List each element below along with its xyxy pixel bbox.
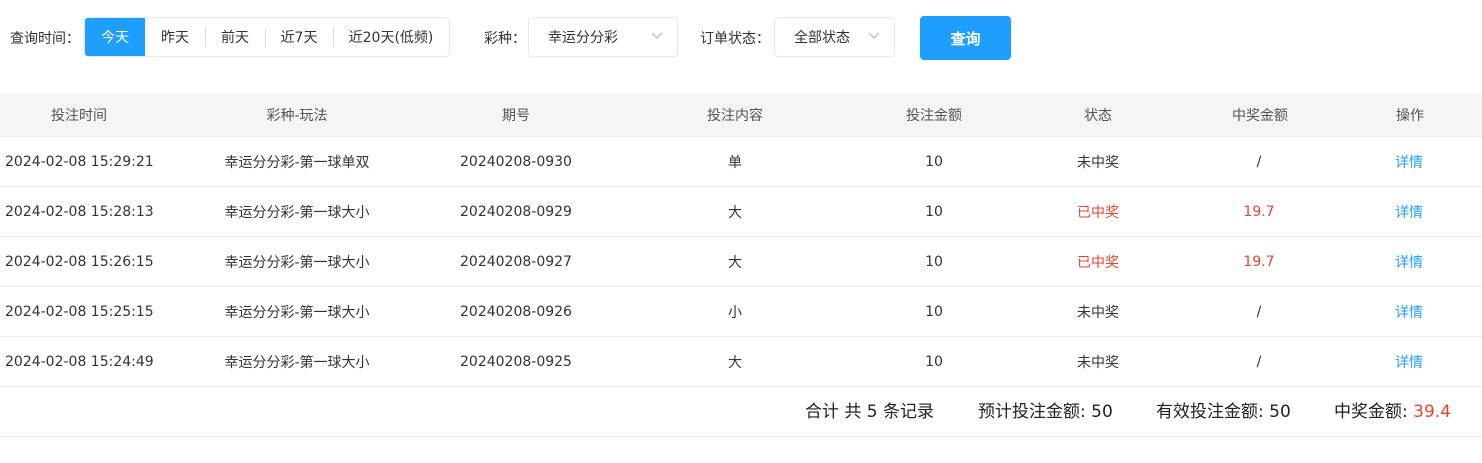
prize-cell: 19.7 <box>1243 253 1275 270</box>
bet-amount-cell: 10 <box>925 353 943 370</box>
lottery-select[interactable]: 幸运分分彩 <box>528 17 678 57</box>
issue-cell: 20240208-0929 <box>460 203 572 220</box>
date-option-yesterday[interactable]: 昨天 <box>145 18 205 56</box>
query-button[interactable]: 查询 <box>920 16 1011 60</box>
issue-cell: 20240208-0926 <box>460 303 572 320</box>
bet-amount-cell: 10 <box>925 153 943 170</box>
total-records: 合计 共 5 条记录 <box>805 402 935 422</box>
bet-content-cell: 大 <box>728 254 742 271</box>
expected-bet-value: 50 <box>1091 402 1113 422</box>
issue-cell: 20240208-0925 <box>460 353 572 370</box>
header-bet-content: 投注内容 <box>707 108 763 124</box>
status-cell: 未中奖 <box>1077 154 1119 171</box>
bet-time-cell: 2024-02-08 15:26:15 <box>5 253 154 270</box>
issue-cell: 20240208-0930 <box>460 153 572 170</box>
status-select-value: 全部状态 <box>794 30 850 46</box>
detail-link[interactable]: 详情 <box>1395 337 1423 386</box>
game-play-cell: 幸运分分彩-第一球单双 <box>224 154 370 171</box>
bet-amount-cell: 10 <box>925 203 943 220</box>
game-play-cell: 幸运分分彩-第一球大小 <box>224 354 370 371</box>
date-option-day-before[interactable]: 前天 <box>205 18 265 56</box>
detail-link[interactable]: 详情 <box>1395 187 1423 236</box>
prize-total: 中奖金额: 39.4 <box>1334 400 1451 424</box>
prize-total-value: 39.4 <box>1413 402 1451 422</box>
header-game-play: 彩种-玩法 <box>266 108 328 124</box>
header-action: 操作 <box>1396 108 1424 124</box>
date-option-label: 近7天 <box>280 30 318 46</box>
status-cell: 未中奖 <box>1077 354 1119 371</box>
bet-amount-cell: 10 <box>925 253 943 270</box>
prize-cell: / <box>1256 353 1262 370</box>
issue-cell: 20240208-0927 <box>460 253 572 270</box>
date-option-label: 前天 <box>221 30 249 46</box>
bet-amount-cell: 10 <box>925 303 943 320</box>
bet-content-cell: 大 <box>728 354 742 371</box>
date-range-selector: 今天 昨天 前天 近7天 近20天(低频) <box>84 17 450 57</box>
detail-link[interactable]: 详情 <box>1395 137 1423 186</box>
header-prize: 中奖金额 <box>1232 108 1288 124</box>
header-bet-amount: 投注金额 <box>906 108 962 124</box>
game-play-cell: 幸运分分彩-第一球大小 <box>224 204 370 221</box>
chevron-down-icon <box>868 32 880 39</box>
prize-cell: 19.7 <box>1243 203 1275 220</box>
table-row: 2024-02-08 15:26:15 幸运分分彩-第一球大小 20240208… <box>0 237 1482 287</box>
date-option-label: 昨天 <box>161 30 189 46</box>
filter-bar: 查询时间： 今天 昨天 前天 近7天 近20天(低频) 彩种： 幸运分分彩 订单… <box>0 0 1482 76</box>
table-row: 2024-02-08 15:28:13 幸运分分彩-第一球大小 20240208… <box>0 187 1482 237</box>
header-status: 状态 <box>1084 108 1112 124</box>
table-row: 2024-02-08 15:29:21 幸运分分彩-第一球单双 20240208… <box>0 137 1482 187</box>
status-cell: 未中奖 <box>1077 304 1119 321</box>
table-header: 投注时间 彩种-玩法 期号 投注内容 投注金额 状态 中奖金额 操作 <box>0 94 1482 137</box>
detail-link[interactable]: 详情 <box>1395 287 1423 336</box>
table-row: 2024-02-08 15:24:49 幸运分分彩-第一球大小 20240208… <box>0 337 1482 387</box>
bet-time-cell: 2024-02-08 15:29:21 <box>5 153 154 170</box>
table-row: 2024-02-08 15:25:15 幸运分分彩-第一球大小 20240208… <box>0 287 1482 337</box>
lottery-select-value: 幸运分分彩 <box>548 30 618 46</box>
status-filter-label: 订单状态： <box>700 31 770 47</box>
date-option-label: 今天 <box>101 30 129 46</box>
prize-total-label: 中奖金额: <box>1334 402 1408 422</box>
chevron-down-icon <box>651 32 663 39</box>
orders-table: 投注时间 彩种-玩法 期号 投注内容 投注金额 状态 中奖金额 操作 2024-… <box>0 94 1482 387</box>
effective-bet-value: 50 <box>1269 402 1291 422</box>
bet-content-cell: 小 <box>728 304 742 321</box>
status-cell: 已中奖 <box>1077 254 1119 271</box>
header-issue: 期号 <box>502 108 530 124</box>
date-option-today[interactable]: 今天 <box>85 18 145 56</box>
bet-content-cell: 大 <box>728 204 742 221</box>
date-option-label: 近20天(低频) <box>348 30 434 46</box>
bet-content-cell: 单 <box>728 154 742 171</box>
date-filter-label: 查询时间： <box>10 31 80 47</box>
game-play-cell: 幸运分分彩-第一球大小 <box>224 304 370 321</box>
bet-time-cell: 2024-02-08 15:28:13 <box>5 203 154 220</box>
detail-link[interactable]: 详情 <box>1395 237 1423 286</box>
date-option-20-days[interactable]: 近20天(低频) <box>333 18 449 56</box>
game-play-cell: 幸运分分彩-第一球大小 <box>224 254 370 271</box>
prize-cell: / <box>1256 303 1262 320</box>
effective-bet-label: 有效投注金额: <box>1156 402 1264 422</box>
bet-time-cell: 2024-02-08 15:24:49 <box>5 353 154 370</box>
bet-time-cell: 2024-02-08 15:25:15 <box>5 303 154 320</box>
header-bet-time: 投注时间 <box>51 108 107 124</box>
expected-bet-label: 预计投注金额: <box>978 402 1086 422</box>
lottery-filter-label: 彩种： <box>484 31 526 47</box>
expected-bet-total: 预计投注金额: 50 <box>978 400 1113 424</box>
summary-row: 合计 共 5 条记录 预计投注金额: 50 有效投注金额: 50 中奖金额: 3… <box>0 387 1482 437</box>
prize-cell: / <box>1256 153 1262 170</box>
effective-bet-total: 有效投注金额: 50 <box>1156 400 1291 424</box>
date-option-7-days[interactable]: 近7天 <box>265 18 333 56</box>
status-select[interactable]: 全部状态 <box>774 17 895 57</box>
status-cell: 已中奖 <box>1077 204 1119 221</box>
